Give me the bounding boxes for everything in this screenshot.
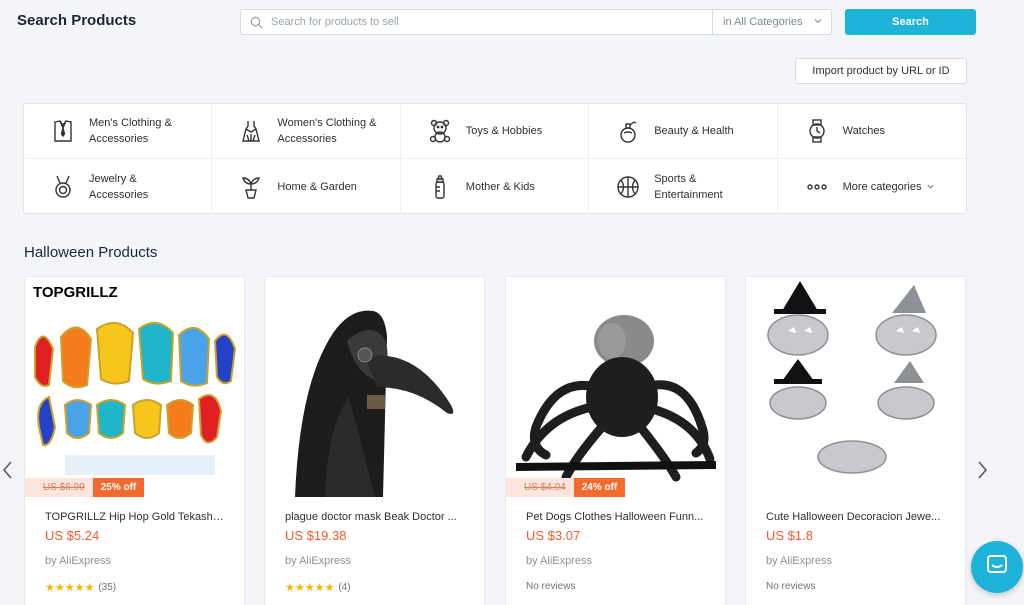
top-bar: Search Products in All Categories Search: [0, 0, 1024, 44]
product-card[interactable]: TOPGRILLZ US $6.99 25% off TOPGRILLZ Hip…: [24, 276, 245, 605]
category-mother-kids[interactable]: Mother & Kids: [401, 159, 590, 214]
product-price: US $1.8: [766, 528, 813, 543]
dress-icon: [237, 117, 265, 145]
discount-badge: US $4.04 24% off: [506, 478, 626, 497]
product-title[interactable]: plague doctor mask Beak Doctor ...: [285, 511, 464, 523]
category-mens-clothing[interactable]: Men's Clothing & Accessories: [24, 104, 213, 159]
pumpkin-rings-image: [767, 281, 937, 474]
star-rating-icon: ★★★★★: [285, 582, 335, 594]
no-reviews-text: No reviews: [526, 581, 576, 592]
chat-button[interactable]: [971, 541, 1023, 593]
category-beauty-health[interactable]: Beauty & Health: [589, 104, 778, 159]
necklace-icon: [49, 173, 77, 201]
product-seller: by AliExpress: [526, 555, 593, 567]
watch-icon: [803, 117, 831, 145]
import-product-button[interactable]: Import product by URL or ID: [795, 58, 967, 84]
category-watches[interactable]: Watches: [777, 104, 966, 159]
category-grid: Men's Clothing & Accessories Women's Clo…: [23, 103, 967, 214]
product-title[interactable]: TOPGRILLZ Hip Hop Gold Tekashi...: [45, 511, 224, 523]
product-image[interactable]: US $4.04 24% off: [506, 277, 725, 497]
product-seller: by AliExpress: [285, 555, 352, 567]
ball-icon: [614, 173, 642, 201]
product-rating: ★★★★★ (35): [45, 581, 224, 594]
category-home-garden[interactable]: Home & Garden: [212, 159, 401, 214]
search-button[interactable]: Search: [845, 9, 976, 35]
category-toys-hobbies[interactable]: Toys & Hobbies: [400, 104, 590, 159]
product-image[interactable]: TOPGRILLZ US $6.99 25% off: [25, 277, 244, 497]
search-icon: [241, 10, 271, 34]
product-image[interactable]: [746, 277, 965, 497]
section-title: Halloween Products: [24, 244, 158, 261]
product-price: US $3.07: [526, 528, 581, 543]
star-rating-icon: ★★★★★: [45, 582, 95, 594]
product-seller: by AliExpress: [45, 555, 112, 567]
baby-bottle-icon: [426, 173, 454, 201]
old-price: US $6.99: [25, 478, 93, 497]
page-title: Search Products: [17, 12, 137, 29]
category-label: Toys & Hobbies: [465, 125, 543, 137]
category-label: Beauty & Health: [654, 125, 734, 137]
category-label: Watches: [842, 125, 885, 137]
product-price: US $19.38: [285, 528, 347, 543]
discount-badge: US $6.99 25% off: [25, 478, 145, 497]
discount-percent: 25% off: [92, 478, 145, 497]
product-price: US $5.24: [45, 528, 100, 543]
shirt-icon: [49, 117, 77, 145]
search-input[interactable]: [271, 11, 711, 33]
category-sports[interactable]: Sports & Entertainment: [589, 159, 778, 214]
product-rating: ★★★★★ (4): [285, 581, 464, 594]
category-label: Home & Garden: [277, 180, 357, 193]
plague-mask-image: [295, 310, 454, 497]
category-label: Men's Clothing & Accessories: [89, 117, 172, 145]
perfume-icon: [614, 117, 642, 145]
review-count: (4): [338, 582, 351, 593]
category-label: Jewelry & Accessories: [89, 172, 149, 201]
category-select-value: in All Categories: [723, 16, 803, 28]
chevron-down-icon: [926, 178, 935, 196]
plant-icon: [237, 173, 265, 201]
old-price: US $4.04: [506, 478, 574, 497]
brand-text: TOPGRILLZ: [33, 284, 118, 301]
more-dots-icon: [803, 173, 831, 201]
category-select[interactable]: in All Categories: [712, 10, 831, 34]
product-card[interactable]: plague doctor mask Beak Doctor ... US $1…: [264, 276, 485, 605]
product-title[interactable]: Cute Halloween Decoracion Jewe...: [766, 511, 945, 523]
no-reviews-text: No reviews: [766, 581, 816, 592]
category-label: Women's Clothing & Accessories: [277, 117, 377, 145]
product-image[interactable]: [265, 277, 484, 497]
category-label: Mother & Kids: [465, 180, 535, 193]
carousel-prev-icon[interactable]: [0, 458, 16, 482]
review-count: (35): [98, 582, 117, 593]
product-title[interactable]: Pet Dogs Clothes Halloween Funn...: [526, 511, 705, 523]
dog-costume-image: [515, 315, 717, 482]
category-label: More categories: [842, 180, 922, 193]
category-more[interactable]: More categories: [778, 159, 966, 214]
chat-icon: [985, 553, 1009, 582]
carousel-next-icon[interactable]: [974, 458, 990, 482]
category-jewelry[interactable]: Jewelry & Accessories: [24, 159, 213, 214]
category-label: Sports & Entertainment: [654, 172, 723, 201]
product-seller: by AliExpress: [766, 555, 833, 567]
product-card[interactable]: Cute Halloween Decoracion Jewe... US $1.…: [745, 276, 966, 605]
chevron-down-icon: [813, 16, 823, 29]
category-womens-clothing[interactable]: Women's Clothing & Accessories: [212, 104, 401, 159]
grillz-image: [34, 322, 237, 475]
teddy-bear-icon: [426, 117, 454, 145]
product-card[interactable]: US $4.04 24% off Pet Dogs Clothes Hallow…: [505, 276, 726, 605]
search-box[interactable]: in All Categories: [240, 9, 832, 35]
discount-percent: 24% off: [573, 478, 626, 497]
